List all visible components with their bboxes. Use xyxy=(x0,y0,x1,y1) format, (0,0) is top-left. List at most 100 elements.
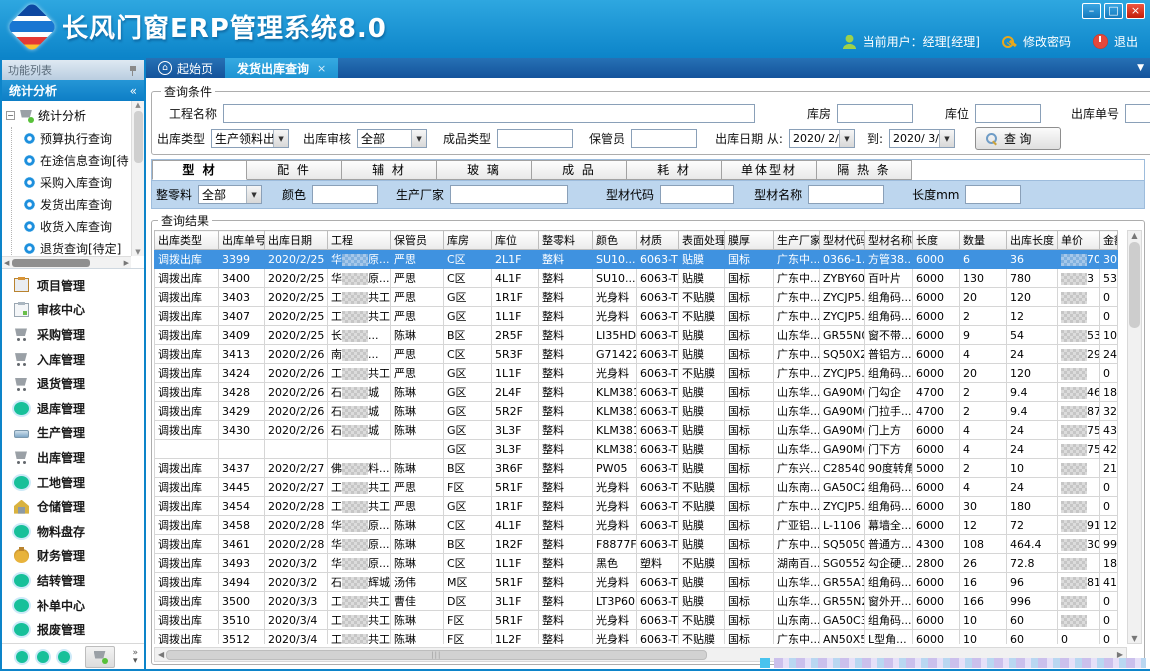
table-row[interactable]: 调拨出库34612020/2/28华原...陈琳B区1R2F整料F8877FT6… xyxy=(155,535,1118,554)
column-header[interactable]: 长度 xyxy=(913,231,960,250)
column-header[interactable]: 出库长度 xyxy=(1007,231,1058,250)
minimize-button[interactable]: – xyxy=(1082,3,1101,19)
scroll-down-icon[interactable]: ▼ xyxy=(1131,634,1137,643)
scroll-left-icon[interactable]: ◀ xyxy=(4,259,9,267)
scroll-thumb[interactable] xyxy=(12,259,90,267)
scroll-thumb[interactable] xyxy=(134,111,143,163)
column-header[interactable]: 生产厂家 xyxy=(774,231,820,250)
sidebar-menu-item[interactable]: 财务管理 xyxy=(2,544,144,569)
sidebar-menu-item[interactable]: 生产管理 xyxy=(2,421,144,446)
sidebar-menu-item[interactable]: 工地管理 xyxy=(2,470,144,495)
table-row[interactable]: 调拨出库34132020/2/26南...严思C区5R3F整料G71422606… xyxy=(155,345,1118,364)
column-header[interactable]: 表面处理 xyxy=(679,231,725,250)
close-button[interactable]: × xyxy=(1126,3,1145,19)
table-row[interactable]: 调拨出库34582020/2/28华原...陈琳C区4L1F整料光身料6063-… xyxy=(155,516,1118,535)
column-header[interactable]: 整零料 xyxy=(539,231,593,250)
sidebar-menu-item[interactable]: 补单中心 xyxy=(2,593,144,618)
column-header[interactable]: 工程 xyxy=(328,231,391,250)
profile-code-input[interactable] xyxy=(660,185,734,204)
zhengling-select[interactable]: 全部▼ xyxy=(198,185,262,204)
product-type-input[interactable] xyxy=(497,129,573,148)
sidebar-menu-item[interactable]: 项目管理 xyxy=(2,273,144,298)
sidebar-menu-item[interactable]: 结转管理 xyxy=(2,568,144,593)
color-input[interactable] xyxy=(312,185,378,204)
collapse-icon[interactable]: « xyxy=(130,84,137,98)
maximize-button[interactable]: □ xyxy=(1104,3,1123,19)
sidebar-menu-item[interactable]: 退货管理 xyxy=(2,371,144,396)
table-row[interactable]: 调拨出库34292020/2/26石城陈琳G区5R2F整料KLM38176063… xyxy=(155,402,1118,421)
tree-collapse-icon[interactable]: − xyxy=(6,111,15,120)
table-row[interactable]: 调拨出库34942020/3/2石辉城汤伟M区5R1F整料光身料6063-T5贴… xyxy=(155,573,1118,592)
sidebar-menu-item[interactable]: 审核中心 xyxy=(2,298,144,323)
project-name-input[interactable] xyxy=(223,104,755,123)
column-header[interactable]: 出库日期 xyxy=(265,231,328,250)
tree-item[interactable]: 在途信息查询[待 xyxy=(12,149,144,171)
outbound-audit-select[interactable]: 全部▼ xyxy=(357,129,427,148)
sidebar-menu-item[interactable]: 出库管理 xyxy=(2,445,144,470)
tab-home[interactable]: 起始页 xyxy=(146,58,225,78)
material-tab[interactable]: 耗 材 xyxy=(627,160,722,180)
tree-root[interactable]: − 统计分析 xyxy=(2,101,144,127)
tab-close-icon[interactable]: × xyxy=(317,62,326,75)
date-to-picker[interactable]: 2020/ 3/16▼ xyxy=(889,129,955,148)
material-tab[interactable]: 成 品 xyxy=(532,160,627,180)
warehouse-input[interactable] xyxy=(837,104,913,123)
date-from-picker[interactable]: 2020/ 2/16▼ xyxy=(789,129,855,148)
column-header[interactable]: 保管员 xyxy=(391,231,444,250)
table-row[interactable]: 调拨出库33992020/2/25华原...严思C区2L1F整料SU10...6… xyxy=(155,250,1118,269)
module-dot-icon[interactable] xyxy=(37,651,49,663)
scroll-left-icon[interactable]: ◀ xyxy=(158,650,164,659)
tree-vertical-scrollbar[interactable]: ▲ ▼ xyxy=(131,101,144,256)
material-tab[interactable]: 单体型材 xyxy=(722,160,817,180)
table-row[interactable]: 调拨出库34002020/2/25华原...严思C区4L1F整料SU10...6… xyxy=(155,269,1118,288)
scroll-thumb[interactable]: ||| xyxy=(166,650,706,660)
sidebar-menu-item[interactable]: 仓储管理 xyxy=(2,494,144,519)
material-tab[interactable]: 玻 璃 xyxy=(437,160,532,180)
sidebar-menu-item[interactable]: 物料盘存 xyxy=(2,519,144,544)
table-row[interactable]: G区3L3F整料KLM38176063-T5贴膜国标山东华...GA90M09.… xyxy=(155,440,1118,459)
table-row[interactable]: 调拨出库34032020/2/25工共工程严思G区1R1F整料光身料6063-T… xyxy=(155,288,1118,307)
table-row[interactable]: 调拨出库34372020/2/27佛料...陈琳B区3R6F整料PW056063… xyxy=(155,459,1118,478)
change-password-link[interactable]: 修改密码 xyxy=(1023,33,1071,50)
module-dot-icon[interactable] xyxy=(16,651,28,663)
column-header[interactable]: 材质 xyxy=(637,231,679,250)
column-header[interactable]: 数量 xyxy=(960,231,1007,250)
material-tab[interactable]: 配 件 xyxy=(247,160,342,180)
material-tab[interactable]: 隔 热 条 xyxy=(817,160,912,180)
tab-list-dropdown-icon[interactable]: ▼ xyxy=(1137,63,1150,73)
scroll-up-icon[interactable]: ▲ xyxy=(1131,231,1137,240)
tree-item[interactable]: 收货入库查询 xyxy=(12,215,144,237)
sidebar-menu-item[interactable]: 退库管理 xyxy=(2,396,144,421)
order-no-input[interactable] xyxy=(1125,104,1150,123)
factory-input[interactable] xyxy=(450,185,568,204)
scroll-right-icon[interactable]: ▶ xyxy=(124,259,129,267)
table-row[interactable]: 调拨出库34072020/2/25工共工程严思G区1L1F整料光身料6063-T… xyxy=(155,307,1118,326)
module-dot-icon[interactable] xyxy=(58,651,70,663)
column-header[interactable]: 库房 xyxy=(444,231,492,250)
pin-icon[interactable] xyxy=(129,65,138,76)
location-input[interactable] xyxy=(975,104,1041,123)
tree-horizontal-scrollbar[interactable]: ◀ ▶ xyxy=(2,256,131,268)
column-header[interactable]: 库位 xyxy=(492,231,539,250)
column-header[interactable]: 出库单号 xyxy=(219,231,265,250)
outbound-type-select[interactable]: 生产领料出库▼ xyxy=(211,129,289,148)
module-cart-button[interactable] xyxy=(85,646,115,668)
overflow-chevron-icon[interactable]: »▾ xyxy=(132,649,138,665)
scroll-down-icon[interactable]: ▼ xyxy=(135,248,140,256)
grid-vertical-scrollbar[interactable]: ▲ ▼ xyxy=(1127,230,1142,644)
material-tab[interactable]: 辅 材 xyxy=(342,160,437,180)
table-row[interactable]: 调拨出库34242020/2/26工共工程严思G区1L1F整料光身料6063-T… xyxy=(155,364,1118,383)
table-row[interactable]: 调拨出库34092020/2/25长...陈琳B区2R5F整料LI35HD606… xyxy=(155,326,1118,345)
column-header[interactable]: 膜厚 xyxy=(725,231,774,250)
tree-item[interactable]: 采购入库查询 xyxy=(12,171,144,193)
profile-name-input[interactable] xyxy=(808,185,884,204)
column-header[interactable]: 出库类型 xyxy=(155,231,219,250)
column-header[interactable]: 单价 xyxy=(1058,231,1100,250)
table-row[interactable]: 调拨出库34282020/2/26石城陈琳G区2L4F整料KLM38176063… xyxy=(155,383,1118,402)
material-tab[interactable]: 型 材 xyxy=(152,160,247,180)
keeper-input[interactable] xyxy=(631,129,697,148)
scroll-thumb[interactable] xyxy=(1129,242,1140,328)
table-row[interactable]: 调拨出库35102020/3/4工共工程陈琳F区5R1F整料光身料6063-T5… xyxy=(155,611,1118,630)
table-row[interactable]: 调拨出库35122020/3/4工共工程陈琳F区1L2F整料光身料6063-T5… xyxy=(155,630,1118,645)
scroll-up-icon[interactable]: ▲ xyxy=(135,101,140,109)
